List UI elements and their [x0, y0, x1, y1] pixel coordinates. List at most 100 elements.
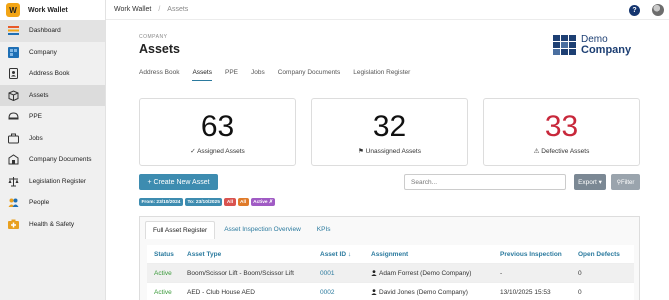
- asset-id-link[interactable]: 0001: [320, 270, 371, 277]
- sidebar: W Work Wallet Dashboard Company Address …: [0, 0, 106, 300]
- sidebar-item-people[interactable]: People: [0, 192, 105, 214]
- sidebar-item-health-safety[interactable]: Health & Safety: [0, 214, 105, 236]
- tab-bar: Address Book Assets PPE Jobs Company Doc…: [139, 69, 423, 81]
- status-cell: Active: [154, 288, 172, 296]
- previous-inspection-cell: -: [500, 269, 503, 277]
- warning-icon: ⚠: [533, 148, 540, 155]
- filter-badge-all[interactable]: All: [224, 198, 236, 206]
- stats-cards: 63 ✓ Assigned Assets 32 ⚑ Unassigned Ass…: [139, 98, 640, 166]
- avatar[interactable]: [652, 4, 664, 16]
- page-title: Assets: [139, 42, 180, 56]
- column-header-asset-id[interactable]: Asset ID ↓: [320, 251, 371, 258]
- defective-assets-card[interactable]: 33 ⚠ Defective Assets: [483, 98, 640, 166]
- brand[interactable]: W Work Wallet: [0, 0, 105, 20]
- tab-address-book[interactable]: Address Book: [139, 69, 179, 81]
- column-header-open-defects[interactable]: Open Defects: [578, 251, 628, 258]
- table-row[interactable]: Active AED - Club House AED 0002 David J…: [147, 282, 634, 300]
- tab-company-documents[interactable]: Company Documents: [278, 69, 341, 81]
- table-row[interactable]: Active Boom/Scissor Lift - Boom/Scissor …: [147, 263, 634, 282]
- asset-type-cell: AED - Club House AED: [187, 288, 255, 296]
- dashboard-icon: [8, 25, 19, 36]
- person-icon: [371, 288, 377, 295]
- stat-label: ⚑ Unassigned Assets: [358, 148, 421, 155]
- sidebar-item-company[interactable]: Company: [0, 42, 105, 64]
- sidebar-item-assets[interactable]: Assets: [0, 84, 105, 106]
- open-defects-cell: 0: [578, 269, 582, 277]
- assignment-cell: Adam Forrest (Demo Company): [371, 270, 500, 277]
- sidebar-item-label: People: [29, 199, 50, 207]
- asset-register-panel: Full Asset Register Asset Inspection Ove…: [139, 216, 640, 300]
- demo-company-mark-icon: [553, 35, 576, 55]
- export-button[interactable]: Export ▾: [574, 174, 606, 190]
- sidebar-item-address-book[interactable]: Address Book: [0, 63, 105, 85]
- assigned-assets-card[interactable]: 63 ✓ Assigned Assets: [139, 98, 296, 166]
- sidebar-item-label: Dashboard: [29, 27, 61, 35]
- sidebar-item-label: Health & Safety: [29, 220, 75, 228]
- help-icon[interactable]: ?: [629, 5, 640, 16]
- tab-full-asset-register[interactable]: Full Asset Register: [145, 221, 216, 239]
- filter-badge-from[interactable]: From: 23/10/2024: [139, 198, 183, 206]
- filter-badge-all[interactable]: All: [237, 198, 249, 206]
- tab-legislation-register[interactable]: Legislation Register: [353, 69, 410, 81]
- stat-label: ⚠ Defective Assets: [533, 148, 590, 155]
- column-header-asset-type[interactable]: Asset Type: [187, 251, 320, 258]
- filter-button[interactable]: ⚲Filter: [611, 174, 640, 190]
- check-icon: ✓: [190, 148, 196, 155]
- active-filters: From: 23/10/2024 To: 23/10/2025 All All …: [139, 198, 277, 206]
- company-icon: [8, 46, 19, 58]
- asset-type-cell: Boom/Scissor Lift - Boom/Scissor Lift: [187, 269, 294, 277]
- person-icon: [371, 269, 377, 276]
- unassigned-assets-card[interactable]: 32 ⚑ Unassigned Assets: [311, 98, 468, 166]
- breadcrumb-current: Assets: [167, 6, 189, 13]
- sidebar-item-company-documents[interactable]: Company Documents: [0, 149, 105, 171]
- stat-value: 32: [372, 110, 407, 143]
- sidebar-item-label: Company: [29, 48, 57, 56]
- search-input[interactable]: [404, 174, 566, 190]
- sidebar-item-dashboard[interactable]: Dashboard: [0, 20, 105, 42]
- tab-kpis[interactable]: KPIs: [310, 221, 338, 239]
- sidebar-item-label: PPE: [29, 113, 43, 121]
- jobs-icon: [8, 133, 19, 144]
- tab-jobs[interactable]: Jobs: [251, 69, 265, 81]
- health-safety-icon: [8, 219, 19, 230]
- app-name: Work Wallet: [28, 6, 68, 14]
- column-header-status[interactable]: Status: [147, 251, 187, 258]
- filter-badge-active[interactable]: Active ✗: [250, 198, 276, 206]
- create-asset-button[interactable]: + Create New Asset: [139, 174, 218, 190]
- sidebar-item-legislation-register[interactable]: Legislation Register: [0, 171, 105, 193]
- stat-value: 33: [544, 110, 579, 143]
- tag-icon: ⚑: [358, 148, 364, 155]
- sidebar-item-label: Address Book: [29, 70, 70, 78]
- toolbar: + Create New Asset Export ▾ ⚲Filter: [139, 174, 640, 190]
- sidebar-item-ppe[interactable]: PPE: [0, 106, 105, 128]
- stat-value: 63: [200, 110, 235, 143]
- column-header-previous-inspection[interactable]: Previous Inspection: [500, 251, 578, 258]
- logo-line-2: Company: [581, 44, 632, 56]
- column-header-assignment[interactable]: Assignment: [371, 251, 500, 258]
- filter-badge-to[interactable]: To: 23/10/2025: [184, 198, 223, 206]
- sidebar-item-label: Company Documents: [29, 156, 92, 164]
- sidebar-item-label: Assets: [29, 91, 49, 99]
- asset-id-link[interactable]: 0002: [320, 289, 371, 296]
- status-cell: Active: [154, 269, 172, 277]
- previous-inspection-cell: 13/10/2025 15:53: [500, 288, 551, 296]
- legislation-register-icon: [8, 176, 19, 187]
- assets-table: Status Asset Type Asset ID ↓ Assignment …: [147, 245, 634, 300]
- breadcrumb-root[interactable]: Work Wallet: [114, 6, 151, 13]
- demo-company-logo: Demo Company: [553, 35, 632, 56]
- open-defects-cell: 0: [578, 288, 582, 296]
- sidebar-item-label: Legislation Register: [29, 177, 87, 185]
- tab-assets[interactable]: Assets: [192, 69, 212, 81]
- sidebar-item-jobs[interactable]: Jobs: [0, 128, 105, 150]
- address-book-icon: [8, 68, 19, 80]
- people-icon: [8, 197, 19, 208]
- table-header: Status Asset Type Asset ID ↓ Assignment …: [147, 245, 634, 263]
- sidebar-item-label: Jobs: [29, 134, 43, 142]
- tab-asset-inspection-overview[interactable]: Asset Inspection Overview: [217, 221, 308, 239]
- breadcrumb-separator: /: [158, 6, 161, 13]
- ppe-icon: [8, 111, 19, 122]
- tab-ppe[interactable]: PPE: [225, 69, 238, 81]
- stat-label: ✓ Assigned Assets: [190, 148, 245, 155]
- company-documents-icon: [8, 154, 19, 165]
- assignment-cell: David Jones (Demo Company): [371, 289, 500, 296]
